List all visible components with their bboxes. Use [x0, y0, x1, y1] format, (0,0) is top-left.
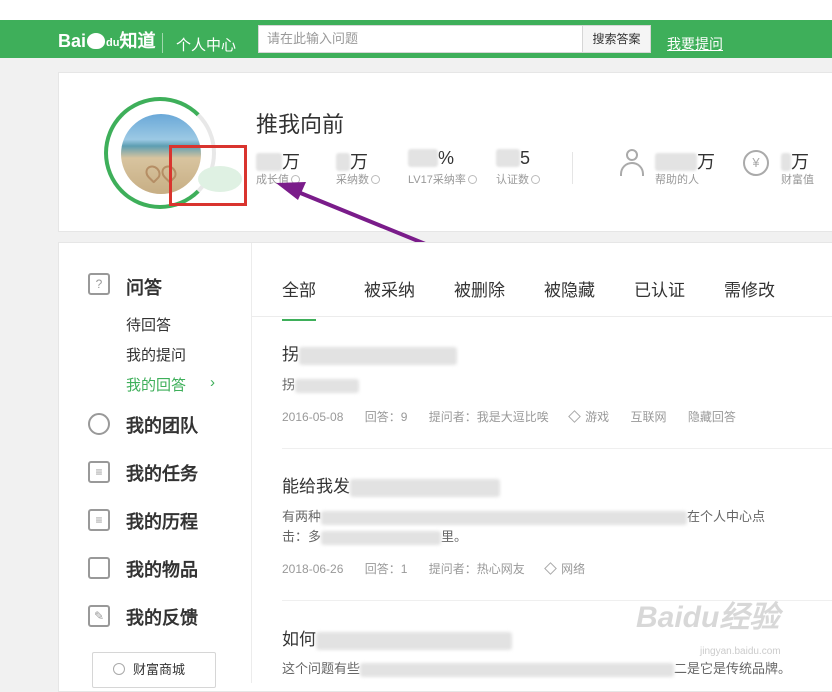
stat-adopted: 万 采纳数 [336, 148, 380, 187]
stat-wealth: 万 财富值 [781, 148, 814, 187]
sidebar-item-my-questions[interactable]: 我的提问 [126, 344, 186, 365]
blurred-text [321, 530, 442, 545]
tag[interactable]: 游戏 [570, 410, 609, 424]
question-meta: 2018-06-26 回答：1 提问者：热心网友 网络 [282, 560, 603, 577]
tab-certified[interactable]: 已认证 [634, 276, 685, 301]
yen-icon: ¥ [743, 150, 769, 176]
blurred-text [350, 478, 500, 497]
tab-deleted[interactable]: 被删除 [454, 276, 505, 301]
sidebar-item-my-answers[interactable]: 我的回答 [126, 374, 186, 395]
sidebar-qa-title[interactable]: 问答 [126, 274, 162, 300]
blurred-text [321, 510, 688, 525]
question-title[interactable]: 如何 [282, 625, 512, 650]
answer-count: 回答：9 [364, 410, 408, 424]
stat-adoption-rate: % LV17采纳率 [408, 148, 477, 187]
stats-divider [572, 152, 573, 184]
watermark-url: jingyan.baidu.com [700, 646, 781, 657]
person-icon [619, 149, 645, 179]
stat-label: 成长值 [256, 174, 289, 186]
baidu-zhidao-logo[interactable]: Bai du知道 [58, 27, 155, 53]
sidebar-item-history[interactable]: 我的历程 [126, 508, 198, 534]
info-icon[interactable] [467, 175, 477, 184]
blurred-text [295, 378, 360, 393]
page-title: 个人中心 [176, 37, 237, 54]
stat-label: 财富值 [781, 174, 814, 186]
edit-icon: ✎ [88, 605, 110, 627]
blurred-text [299, 346, 457, 365]
tag[interactable]: 互联网 [630, 410, 666, 424]
item-divider [282, 448, 832, 449]
tab-needs-edit[interactable]: 需修改 [724, 276, 775, 301]
search-button[interactable]: 搜索答案 [582, 25, 651, 53]
wealth-mall-button[interactable]: 财富商城 [92, 652, 216, 688]
answer-count: 回答：1 [364, 562, 408, 576]
baidu-jingyan-watermark: Baidu经验 [636, 601, 780, 634]
sidebar-item-feedback[interactable]: 我的反馈 [126, 604, 198, 630]
logo-du: du [106, 37, 120, 49]
task-icon: ≡ [88, 461, 110, 483]
question-excerpt-line2: 击：多 里。 [282, 529, 468, 545]
logo-divider [162, 33, 163, 53]
search-input[interactable]: 请在此输入问题 [258, 25, 583, 53]
stat-value: 万 [697, 152, 715, 172]
stat-growth: 万 成长值 [256, 148, 300, 187]
stat-value: % [438, 148, 455, 168]
tabs-underline [252, 316, 832, 317]
stat-label: LV17采纳率 [408, 174, 466, 186]
question-meta: 2016-05-08 回答：9 提问者：我是大逗比唉 游戏 互联网 隐藏回答 [282, 408, 754, 425]
stat-certified: 5 认证数 [496, 148, 540, 187]
stat-label: 认证数 [496, 174, 529, 186]
tab-all[interactable]: 全部 [282, 276, 316, 321]
username: 推我向前 [256, 112, 345, 137]
calendar-icon: ≡ [88, 509, 110, 531]
box-icon [88, 557, 110, 579]
highlight-box [169, 145, 247, 206]
info-icon[interactable] [291, 175, 300, 184]
stat-value: 万 [282, 152, 300, 172]
coin-icon [113, 663, 125, 675]
question-title[interactable]: 拐 [282, 340, 457, 365]
sidebar-item-tasks[interactable]: 我的任务 [126, 460, 198, 486]
chevron-right-icon: › [210, 374, 215, 391]
team-icon [88, 413, 110, 435]
sidebar-divider [251, 243, 252, 683]
question-excerpt: 拐 [282, 374, 360, 393]
stat-value: 万 [350, 152, 368, 172]
stat-label: 帮助的人 [655, 174, 699, 186]
blurred-text [360, 662, 675, 677]
stat-label: 采纳数 [336, 174, 369, 186]
stat-helped: 万 帮助的人 [655, 148, 715, 187]
paw-icon [87, 33, 106, 49]
question-date: 2018-06-26 [282, 562, 344, 576]
info-icon[interactable] [371, 175, 380, 184]
sidebar-item-items[interactable]: 我的物品 [126, 556, 198, 582]
question-title[interactable]: 能给我发 [282, 472, 500, 497]
sidebar-item-pending[interactable]: 待回答 [126, 314, 171, 335]
question-date: 2016-05-08 [282, 410, 344, 424]
asker[interactable]: 提问者：热心网友 [429, 562, 525, 576]
stat-value: 万 [791, 152, 809, 172]
tab-hidden[interactable]: 被隐藏 [544, 276, 595, 301]
ask-question-link[interactable]: 我要提问 [667, 34, 723, 54]
asker[interactable]: 提问者：我是大逗比唉 [429, 410, 549, 424]
hidden-answer-label: 隐藏回答 [687, 410, 736, 424]
tag[interactable]: 网络 [546, 562, 585, 576]
tab-adopted[interactable]: 被采纳 [364, 276, 415, 301]
question-excerpt: 这个问题有些 二是它是传统品牌。 [282, 661, 792, 677]
sidebar-item-team[interactable]: 我的团队 [126, 412, 198, 438]
info-icon[interactable] [531, 175, 540, 184]
stat-value: 5 [520, 148, 531, 168]
mall-label: 财富商城 [133, 662, 186, 677]
question-icon: ? [88, 273, 110, 295]
question-excerpt: 有两种 在个人中心点 [282, 509, 766, 525]
blurred-text [316, 631, 512, 650]
